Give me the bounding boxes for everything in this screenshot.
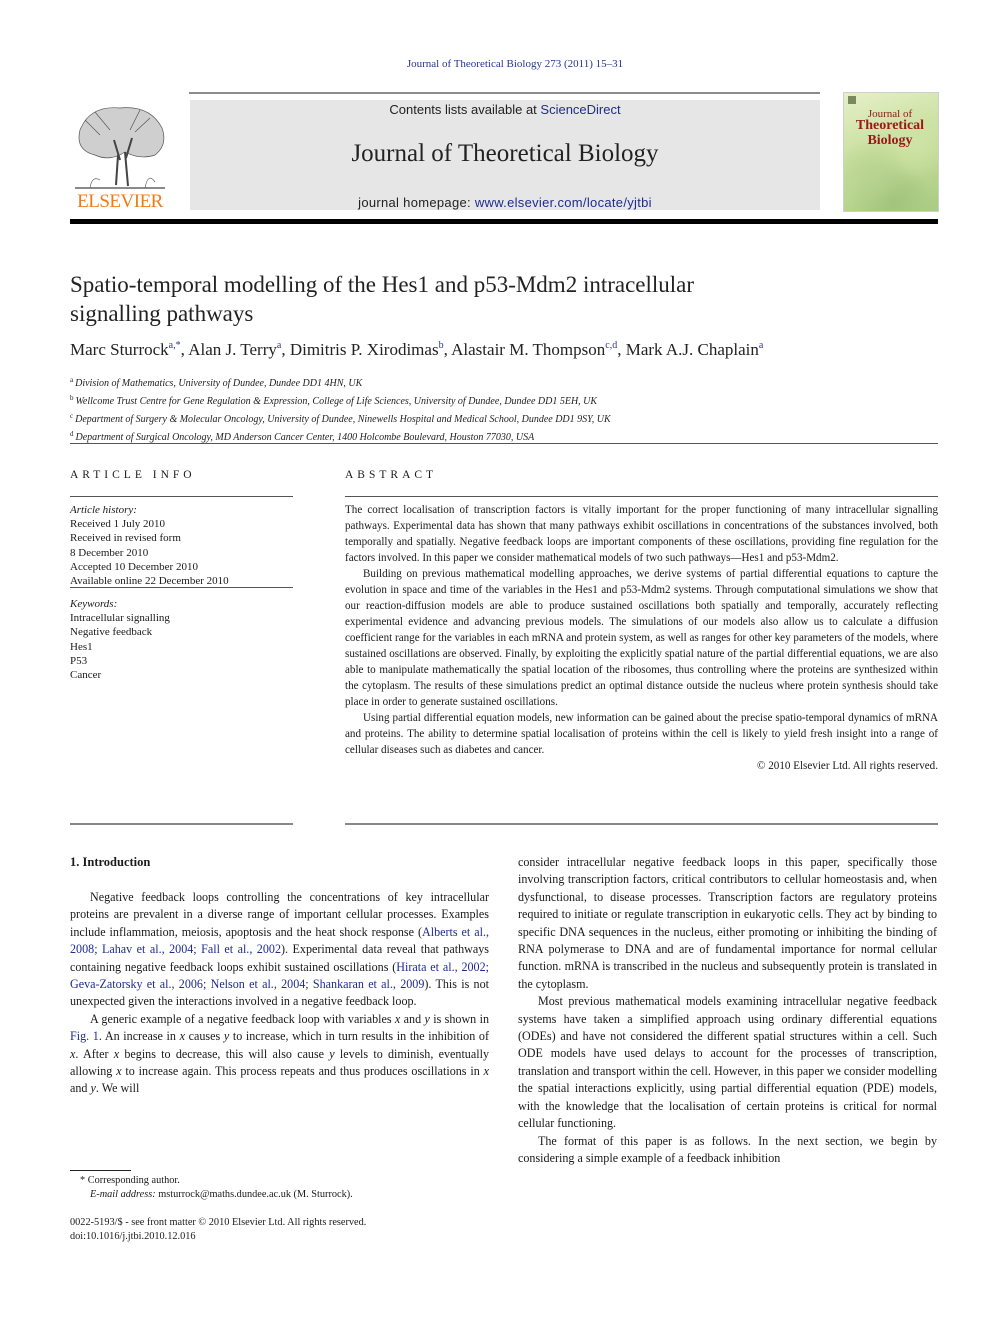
text-run: to increase again. This process repeats … — [121, 1064, 484, 1079]
cover-title-line3: Biology — [867, 133, 913, 148]
keyword: Hes1 — [70, 640, 93, 653]
running-head[interactable]: Journal of Theoretical Biology 273 (2011… — [0, 58, 992, 70]
front-matter: 0022-5193/$ - see front matter © 2010 El… — [70, 1216, 520, 1244]
doi[interactable]: doi:10.1016/j.jtbi.2010.12.016 — [70, 1230, 520, 1244]
contents-line: Contents lists available at ScienceDirec… — [190, 102, 820, 117]
homepage-line: journal homepage: www.elsevier.com/locat… — [190, 195, 820, 210]
header-divider — [70, 219, 938, 224]
affiliations-divider — [70, 443, 938, 444]
history-divider — [70, 587, 293, 588]
abstract-bottom-rule — [345, 823, 938, 825]
cover-title-line2: Theoretical — [855, 118, 925, 133]
title-line-1: Spatio-temporal modelling of the Hes1 an… — [70, 272, 695, 297]
author-affil-sup: c,d — [605, 340, 618, 351]
homepage-link[interactable]: www.elsevier.com/locate/yjtbi — [475, 195, 652, 210]
body-column-left: Negative feedback loops controlling the … — [70, 889, 489, 1098]
keywords-label: Keywords: — [70, 598, 118, 610]
email-note: E-mail address: msturrock@maths.dundee.a… — [80, 1188, 500, 1202]
cover-publisher-mark-icon — [848, 96, 856, 104]
text-run: causes — [184, 1029, 224, 1044]
email-label: E-mail address: — [90, 1189, 156, 1200]
text-run: and — [70, 1081, 91, 1096]
body-paragraph: consider intracellular negative feedback… — [518, 855, 937, 991]
text-run: is shown in — [429, 1011, 489, 1026]
footnote-rule — [70, 1170, 131, 1171]
author[interactable]: Dimitris P. Xirodimasb, — [290, 340, 451, 359]
keyword: Intracellular signalling — [70, 612, 170, 625]
text-run: . An increase in — [98, 1029, 180, 1044]
body-paragraph: A generic example of a negative feedback… — [70, 1011, 489, 1098]
text-run: . After — [75, 1046, 114, 1061]
author-affil-sup: a — [758, 340, 764, 351]
elsevier-wordmark[interactable]: ELSEVIER — [70, 191, 170, 213]
body-paragraph: Most previous mathematical models examin… — [518, 994, 937, 1131]
text-run: . We will — [95, 1081, 140, 1096]
sciencedirect-link[interactable]: ScienceDirect — [540, 102, 620, 117]
abstract-paragraph: Building on previous mathematical modell… — [345, 568, 938, 708]
history-item: Accepted 10 December 2010 — [70, 560, 198, 573]
affiliation: b Wellcome Trust Centre for Gene Regulati… — [70, 394, 598, 407]
keyword: Negative feedback — [70, 626, 153, 639]
affiliation: c Department of Surgery & Molecular Oncol… — [70, 412, 611, 425]
abstract-paragraph: The correct localisation of transcriptio… — [345, 504, 938, 564]
history-item: Received in revised form — [70, 532, 181, 545]
paper-title: Spatio-temporal modelling of the Hes1 an… — [70, 270, 930, 328]
abstract-divider — [345, 496, 938, 497]
body-column-right: consider intracellular negative feedback… — [518, 854, 937, 1167]
abstract-heading: ABSTRACT — [345, 469, 438, 481]
article-info-heading: ARTICLE INFO — [70, 469, 196, 481]
affiliation: a Division of Mathematics, University of … — [70, 376, 363, 389]
text-run: to increase, which in turn results in th… — [229, 1029, 489, 1044]
article-history: Article history: Received 1 July 2010 Re… — [70, 503, 295, 588]
author-affil-sup: a,* — [168, 340, 181, 351]
text-run: begins to decrease, this will also cause — [119, 1046, 330, 1061]
affiliations: a Division of Mathematics, University of … — [70, 373, 950, 445]
title-line-2: signalling pathways — [70, 301, 254, 326]
history-label: Article history: — [70, 504, 137, 516]
author[interactable]: Alastair M. Thompsonc,d, — [451, 340, 626, 359]
keywords: Keywords: Intracellular signalling Negat… — [70, 597, 295, 682]
article-info-divider — [70, 496, 293, 497]
homepage-prefix: journal homepage: — [358, 195, 475, 210]
author-list: Marc Sturrocka,*, Alan J. Terrya, Dimitr… — [70, 340, 970, 360]
text-run: and — [400, 1011, 425, 1026]
article-info-bottom-rule — [70, 823, 293, 825]
math-variable: x — [483, 1064, 489, 1079]
corresponding-author-note: * Corresponding author. — [80, 1175, 180, 1186]
history-item: 8 December 2010 — [70, 546, 149, 559]
abstract-body: The correct localisation of transcriptio… — [345, 502, 938, 774]
body-paragraph: The format of this paper is as follows. … — [518, 1133, 937, 1165]
abstract-copyright: © 2010 Elsevier Ltd. All rights reserved… — [757, 760, 938, 772]
footnotes: * Corresponding author. E-mail address: … — [80, 1174, 500, 1202]
history-item: Received 1 July 2010 — [70, 518, 166, 531]
contents-prefix: Contents lists available at — [389, 102, 541, 117]
section-heading-introduction: 1. Introduction — [70, 855, 151, 869]
email-address[interactable]: msturrock@maths.dundee.ac.uk (M. Sturroc… — [156, 1189, 353, 1200]
journal-name: Journal of Theoretical Biology — [351, 140, 659, 167]
header-top-rule — [189, 92, 820, 94]
issn-copyright: 0022-5193/$ - see front matter © 2010 El… — [70, 1217, 367, 1228]
body-paragraph: Negative feedback loops controlling the … — [70, 889, 489, 1011]
author[interactable]: Mark A.J. Chaplaina — [626, 340, 764, 359]
keyword: Cancer — [70, 669, 102, 682]
citation-link[interactable]: Fig. 1 — [70, 1029, 99, 1043]
text-run: A generic example of a negative feedback… — [90, 1011, 395, 1026]
keyword: P53 — [70, 654, 88, 667]
author[interactable]: Alan J. Terrya, — [188, 340, 290, 359]
abstract-paragraph: Using partial differential equation mode… — [345, 712, 938, 756]
author[interactable]: Marc Sturrocka,*, — [70, 340, 188, 359]
